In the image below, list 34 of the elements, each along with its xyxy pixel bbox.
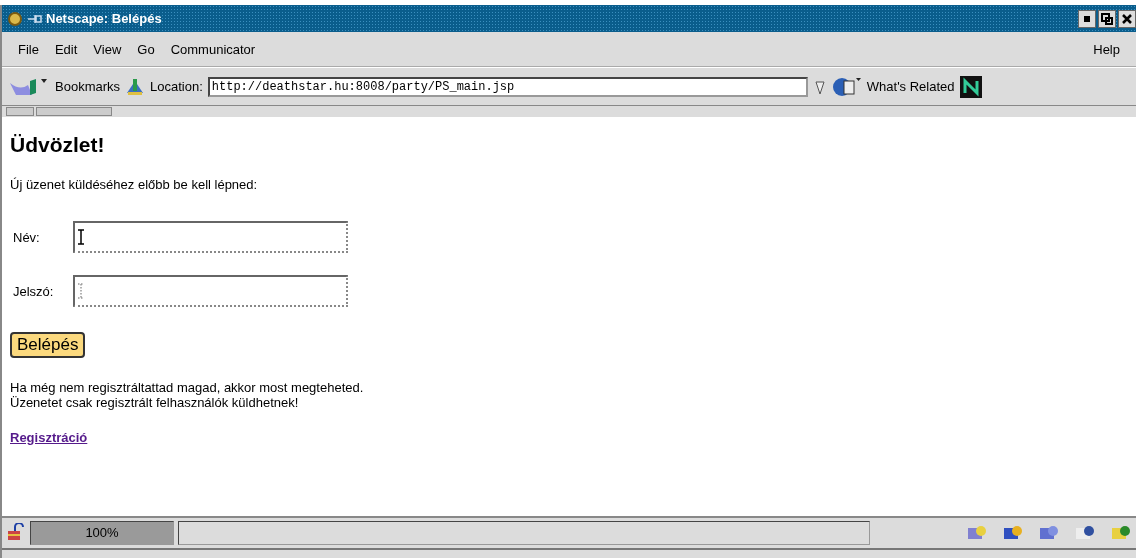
menu-item[interactable]: View [85,41,130,57]
menu-item[interactable]: Edit [46,41,86,57]
location-label: Location: [150,79,203,94]
menu-item[interactable]: Communicator [162,41,264,57]
field-label: Jelszó: [13,283,55,299]
url-field[interactable]: http://deathstar.hu:8008/party/PS_main.jsp [207,76,808,97]
login-button[interactable]: Belépés [10,332,86,358]
whats-related-button[interactable]: What's Related [866,79,955,94]
info-text: Üzenetet csak regisztrált felhasználók küldhetnek! [10,395,300,410]
maximize-button[interactable] [1098,9,1116,28]
security-lock-icon[interactable] [6,523,26,543]
menu-item[interactable]: Help [1085,41,1128,57]
menu-item[interactable]: Go [129,41,163,57]
bookmarks-icon[interactable] [8,76,50,97]
close-icon [1122,13,1132,24]
netscape-logo-icon[interactable] [959,75,982,98]
input-field[interactable] [73,221,348,253]
input-field[interactable] [73,275,348,307]
pin-icon [28,13,42,24]
minimize-button[interactable] [1078,9,1096,28]
bookmarks-button[interactable]: Bookmarks [55,79,121,94]
location-icon [125,76,146,97]
globe-icon[interactable] [831,75,862,98]
field-label: Név: [13,229,41,245]
intro-text: Új üzenet küldéséhez előbb be kell lépned: [10,177,258,192]
info-text: Ha még nem regisztráltattad magad, akkor most megteheted. [10,380,364,395]
maximize-icon [1101,12,1113,25]
window-title: Netscape: Belépés [46,11,162,26]
close-button[interactable] [1118,9,1136,28]
progress-text: 100% [84,525,120,540]
menu-item[interactable]: File [10,41,47,57]
page-heading: Üdvözlet! [10,133,105,157]
minimize-icon [1084,15,1090,22]
register-link[interactable]: Regisztráció [10,430,88,445]
